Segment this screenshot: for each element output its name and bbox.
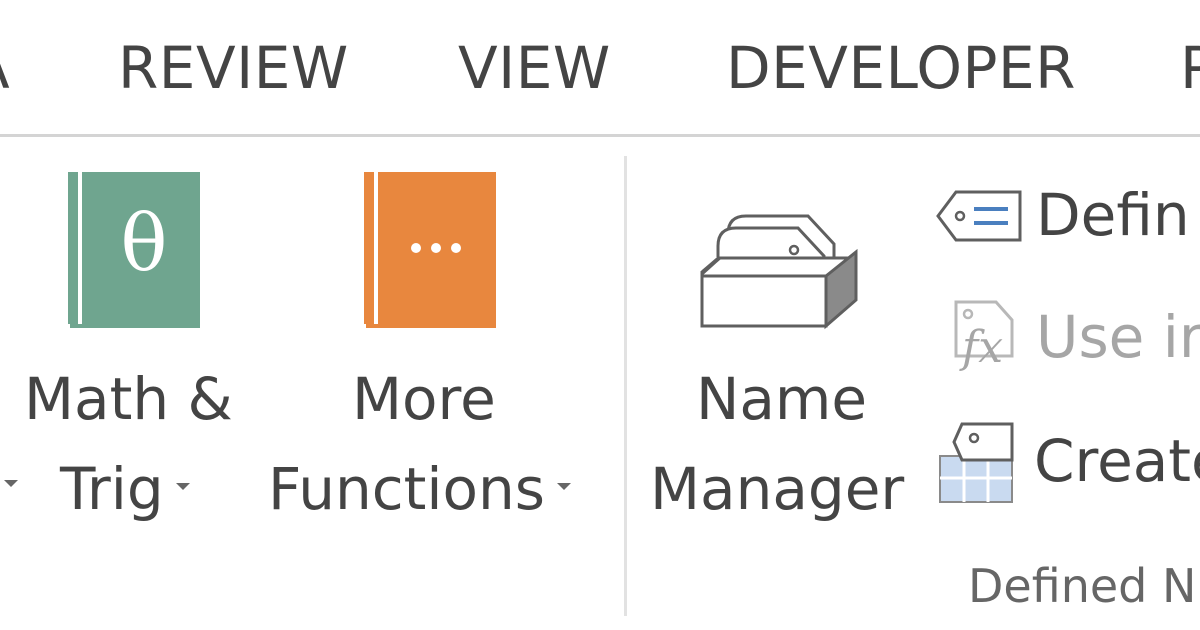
tab-review[interactable]: REVIEW [118,32,349,104]
ellipsis-book-icon [364,172,496,336]
name-manager-button[interactable]: Name Manager [648,168,918,528]
more-functions-label-line2: Functions [268,454,571,524]
math-trig-label-text: Trig [60,455,164,523]
more-functions-button[interactable]: More Functions [264,168,604,528]
tab-bar-divider [0,134,1200,137]
use-in-formula-button[interactable]: fx Use ir [932,296,1200,376]
more-functions-label-line1: More [352,365,496,433]
create-from-selection-button[interactable]: Create [932,418,1200,506]
defined-names-group-label: Defined N [968,559,1197,613]
define-name-label: Defin [1036,181,1190,249]
tab-view[interactable]: VIEW [458,32,611,104]
use-in-formula-label: Use ir [1036,303,1200,371]
name-tags-box-icon [698,188,868,342]
tab-data-partial[interactable]: A [0,32,10,104]
name-tag-icon [934,186,1026,250]
name-manager-label-line2: Manager [650,455,905,523]
tag-grid-icon [936,420,1026,510]
math-trig-button[interactable]: θ Math & Trig [20,168,260,528]
more-functions-label-text: Functions [268,455,545,523]
define-name-button[interactable]: Defin [932,178,1200,254]
svg-text:θ: θ [121,199,168,289]
more-functions-dropdown-caret[interactable] [556,483,571,491]
math-trig-label-line1: Math & [24,365,233,433]
partial-dropdown-caret[interactable] [4,480,18,487]
name-manager-label-line1: Name [696,365,868,433]
math-trig-label-line2: Trig [60,454,190,524]
svg-text:fx: fx [959,322,1003,373]
math-trig-dropdown-caret[interactable] [175,483,190,491]
create-from-selection-label: Create [1034,427,1200,495]
tab-partial-right[interactable]: P [1180,32,1200,104]
excel-ribbon: A REVIEW VIEW DEVELOPER P θ Math & Trig [0,0,1200,630]
theta-book-icon: θ [68,172,200,336]
tab-developer[interactable]: DEVELOPER [726,32,1076,104]
group-separator [624,156,627,616]
fx-tag-icon: fx [942,296,1022,380]
